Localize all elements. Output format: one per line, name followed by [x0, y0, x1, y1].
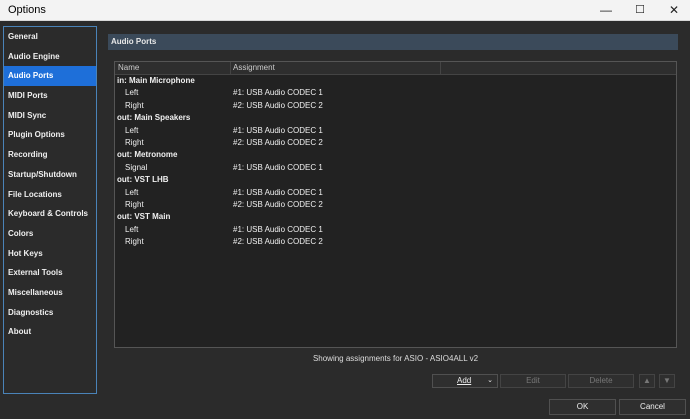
table-row[interactable]: Right #2: USB Audio CODEC 2: [115, 236, 676, 248]
table-row[interactable]: Right #2: USB Audio CODEC 2: [115, 100, 676, 112]
sidebar-item-plugin-options[interactable]: Plugin Options: [4, 125, 96, 145]
chevron-down-icon[interactable]: ⌄: [487, 375, 493, 387]
port-name: Right: [125, 237, 144, 247]
table-group-row[interactable]: out: Main Speakers: [115, 112, 676, 124]
port-name: out: VST Main: [117, 212, 171, 222]
table-row[interactable]: Right #2: USB Audio CODEC 2: [115, 137, 676, 149]
column-header-assignment[interactable]: Assignment: [233, 63, 275, 72]
port-name: in: Main Microphone: [117, 76, 195, 85]
table-row[interactable]: Left #1: USB Audio CODEC 1: [115, 187, 676, 199]
port-name: Right: [125, 100, 144, 110]
table-row[interactable]: Signal #1: USB Audio CODEC 1: [115, 162, 676, 174]
column-divider[interactable]: [230, 62, 231, 74]
sidebar-item-startup-shutdown[interactable]: Startup/Shutdown: [4, 165, 96, 185]
panel-title: Audio Ports: [108, 34, 678, 50]
sidebar-item-audio-engine[interactable]: Audio Engine: [4, 47, 96, 67]
table-body: in: Main Microphone Left #1: USB Audio COD…: [115, 75, 676, 248]
port-assignment: #2: USB Audio CODEC 2: [233, 199, 323, 209]
sidebar-item-midi-sync[interactable]: MIDI Sync: [4, 106, 96, 126]
minimize-icon[interactable]: —: [592, 0, 620, 20]
add-button[interactable]: Add ⌄: [432, 374, 498, 388]
move-up-icon[interactable]: ▲: [639, 374, 655, 388]
port-name: Signal: [125, 162, 148, 172]
sidebar-item-colors[interactable]: Colors: [4, 224, 96, 244]
port-assignment: #2: USB Audio CODEC 2: [233, 237, 323, 247]
sidebar-item-recording[interactable]: Recording: [4, 145, 96, 165]
table-row[interactable]: Left #1: USB Audio CODEC 1: [115, 125, 676, 137]
column-header-name[interactable]: Name: [118, 63, 139, 72]
port-name: Right: [125, 199, 144, 209]
table-group-row[interactable]: out: VST LHB: [115, 174, 676, 186]
port-name: Left: [125, 224, 139, 234]
table-row[interactable]: Right #2: USB Audio CODEC 2: [115, 199, 676, 211]
sidebar-item-general[interactable]: General: [4, 27, 96, 47]
port-assignment: #1: USB Audio CODEC 1: [233, 187, 323, 197]
port-assignment: #1: USB Audio CODEC 1: [233, 125, 323, 135]
port-assignment: #1: USB Audio CODEC 1: [233, 224, 323, 234]
port-name: out: Main Speakers: [117, 113, 191, 123]
port-name: Left: [125, 88, 139, 98]
sidebar-item-file-locations[interactable]: File Locations: [4, 185, 96, 205]
cancel-button[interactable]: Cancel: [619, 399, 686, 415]
port-assignment: #1: USB Audio CODEC 1: [233, 162, 323, 172]
sidebar-item-diagnostics[interactable]: Diagnostics: [4, 303, 96, 323]
title-bar: Options — ☐ ✕: [0, 0, 690, 21]
port-name: Left: [125, 187, 139, 197]
audio-ports-table: Name Assignment in: Main Microphone Left #…: [114, 61, 677, 348]
close-icon[interactable]: ✕: [660, 0, 688, 20]
maximize-icon[interactable]: ☐: [626, 0, 654, 20]
sidebar-item-miscellaneous[interactable]: Miscellaneous: [4, 283, 96, 303]
column-divider[interactable]: [440, 62, 441, 74]
sidebar-item-hot-keys[interactable]: Hot Keys: [4, 244, 96, 264]
sidebar-item-keyboard-controls[interactable]: Keyboard & Controls: [4, 204, 96, 224]
port-assignment: #2: USB Audio CODEC 2: [233, 100, 323, 110]
table-group-row[interactable]: out: VST Main: [115, 211, 676, 223]
ok-button[interactable]: OK: [549, 399, 616, 415]
port-assignment: #2: USB Audio CODEC 2: [233, 137, 323, 147]
table-row[interactable]: Left #1: USB Audio CODEC 1: [115, 224, 676, 236]
sidebar-item-audio-ports[interactable]: Audio Ports: [4, 66, 96, 87]
move-down-icon[interactable]: ▼: [659, 374, 675, 388]
table-header: Name Assignment: [115, 62, 676, 75]
table-row[interactable]: Left #1: USB Audio CODEC 1: [115, 87, 676, 99]
delete-button[interactable]: Delete: [568, 374, 634, 388]
port-assignment: #1: USB Audio CODEC 1: [233, 88, 323, 98]
port-name: Left: [125, 125, 139, 135]
port-name: out: Metronome: [117, 150, 178, 160]
options-sidebar: General Audio Engine Audio Ports MIDI Ports…: [3, 26, 97, 394]
table-group-row[interactable]: out: Metronome: [115, 149, 676, 161]
sidebar-item-external-tools[interactable]: External Tools: [4, 263, 96, 283]
status-text: Showing assignments for ASIO - ASIO4ALL …: [312, 354, 479, 363]
window-title: Options: [8, 4, 46, 16]
sidebar-item-about[interactable]: About: [4, 322, 96, 342]
add-button-label: Add: [457, 376, 472, 385]
table-group-row[interactable]: in: Main Microphone: [115, 75, 676, 87]
sidebar-item-midi-ports[interactable]: MIDI Ports: [4, 86, 96, 106]
port-name: Right: [125, 137, 144, 147]
edit-button[interactable]: Edit: [500, 374, 566, 388]
port-name: out: VST LHB: [117, 175, 169, 185]
